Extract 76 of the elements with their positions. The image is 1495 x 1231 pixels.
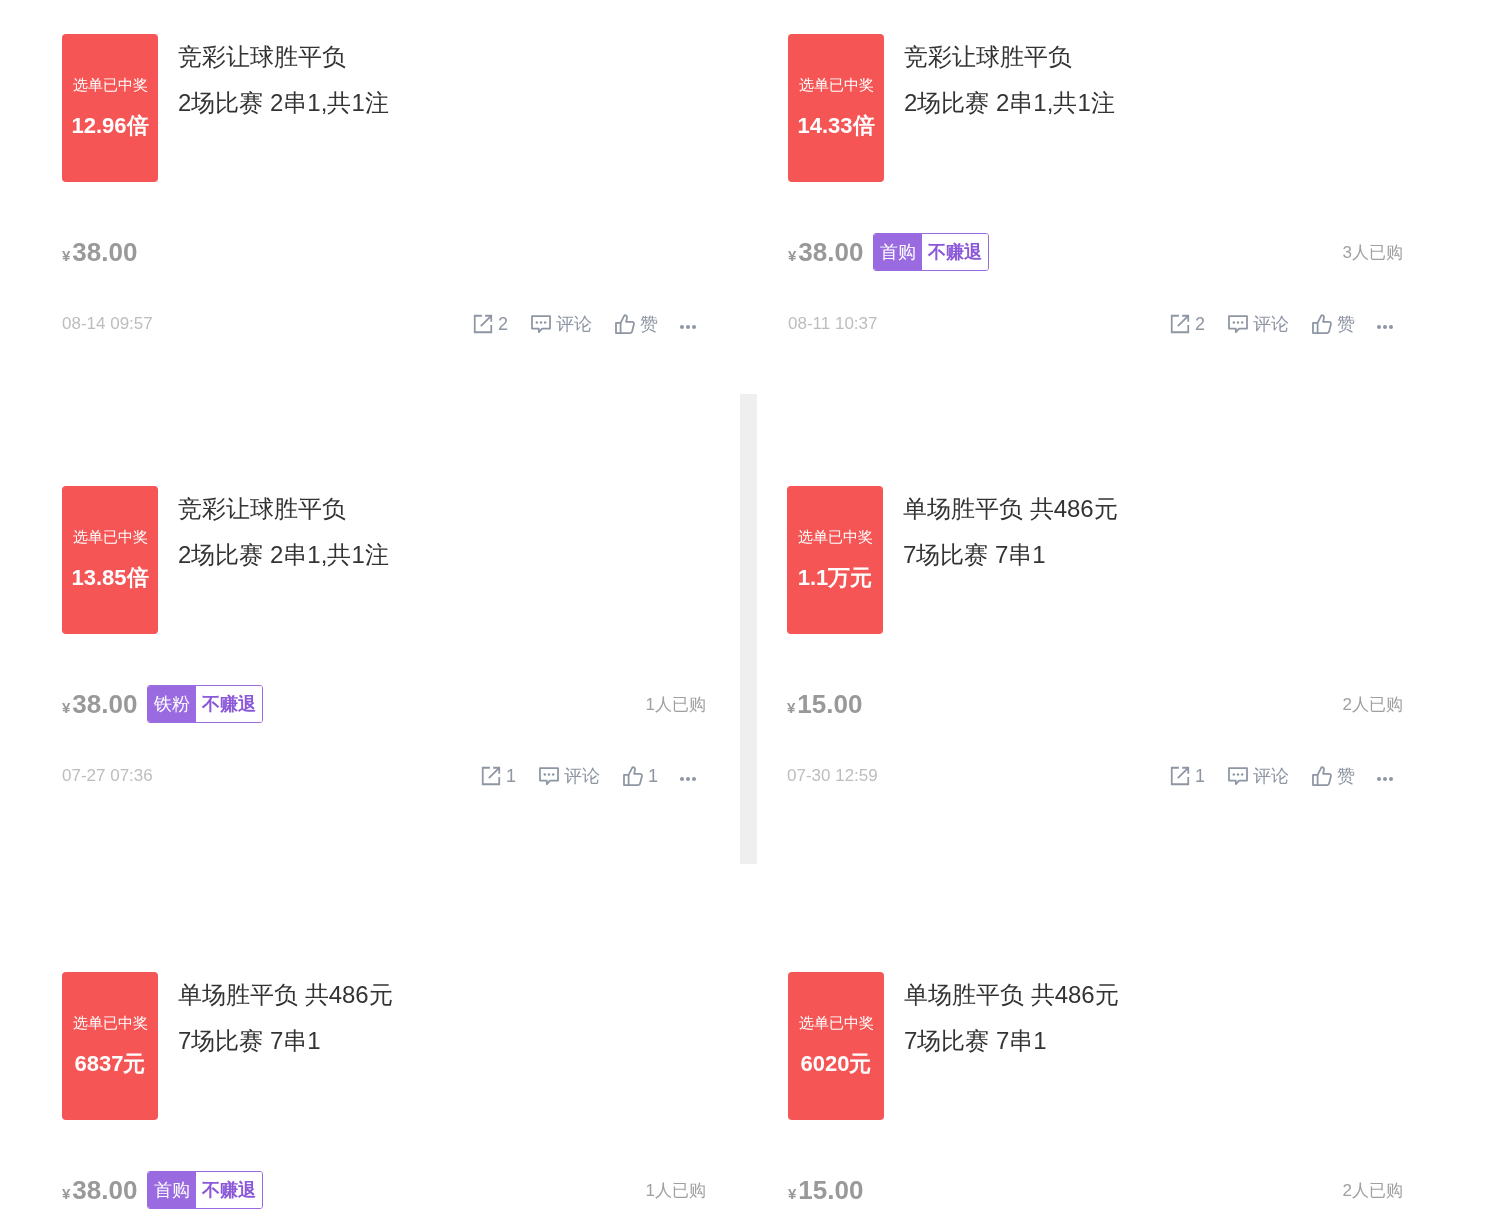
badge-caption: 选单已中奖 <box>798 1013 874 1033</box>
badge-value: 13.85倍 <box>71 563 149 592</box>
share-icon <box>472 313 494 335</box>
currency-symbol: ¥ <box>788 246 797 264</box>
badge-caption: 选单已中奖 <box>798 75 874 95</box>
badge-caption: 选单已中奖 <box>72 527 148 547</box>
share-button[interactable]: 1 <box>1167 761 1207 791</box>
more-icon <box>1377 325 1393 329</box>
promo-tag-type: 首购 <box>148 1172 197 1208</box>
post-time: 08-14 09:57 <box>62 314 153 334</box>
bet-title: 单场胜平负 共486元 <box>903 494 1118 524</box>
comment-button[interactable]: 评论 <box>528 309 594 339</box>
price-amount: 38.00 <box>72 1174 138 1206</box>
share-icon <box>1169 313 1191 335</box>
currency-symbol: ¥ <box>62 698 71 716</box>
share-icon <box>479 765 502 787</box>
comment-button[interactable]: 评论 <box>1225 309 1291 339</box>
currency-symbol: ¥ <box>788 1184 797 1202</box>
price-amount: 15.00 <box>798 1174 864 1206</box>
share-button[interactable]: 1 <box>477 761 518 791</box>
badge-value: 6020元 <box>800 1049 872 1078</box>
price-amount: 15.00 <box>797 688 863 720</box>
thumbs-up-icon <box>622 765 644 787</box>
bet-title: 单场胜平负 共486元 <box>178 980 393 1010</box>
bet-title: 竞彩让球胜平负 <box>178 494 347 524</box>
buyers-count: 3人已购 <box>1342 241 1403 264</box>
share-icon <box>1169 765 1191 787</box>
buyers-count: 2人已购 <box>1342 1179 1403 1202</box>
buyers-count: 1人已购 <box>645 1179 706 1202</box>
post-time: 07-27 07:36 <box>62 766 153 786</box>
price-amount: 38.00 <box>72 688 138 720</box>
speech-bubble-icon <box>538 765 560 787</box>
share-button[interactable]: 2 <box>1167 309 1207 339</box>
speech-bubble-icon <box>1227 765 1249 787</box>
more-icon <box>680 325 696 329</box>
promo-tag-type: 铁粉 <box>148 686 197 722</box>
badge-value: 6837元 <box>74 1049 146 1078</box>
comment-button[interactable]: 评论 <box>1225 761 1291 791</box>
buyers-count: 1人已购 <box>645 693 706 716</box>
speech-bubble-icon <box>530 313 552 335</box>
thumbs-up-icon <box>1311 765 1333 787</box>
like-button[interactable]: 1 <box>620 761 660 791</box>
badge-caption: 选单已中奖 <box>797 527 873 547</box>
share-button[interactable]: 2 <box>470 309 510 339</box>
badge-value: 14.33倍 <box>797 111 875 140</box>
bet-subtitle: 7场比赛 7串1 <box>904 1026 1048 1056</box>
comment-button[interactable]: 评论 <box>536 761 602 791</box>
currency-symbol: ¥ <box>62 1184 71 1202</box>
like-button[interactable]: 赞 <box>612 309 660 339</box>
badge-caption: 选单已中奖 <box>72 1013 148 1033</box>
more-icon <box>680 777 696 781</box>
bet-subtitle: 2场比赛 2串1,共1注 <box>178 88 389 118</box>
thumbs-up-icon <box>1311 313 1333 335</box>
bet-title: 单场胜平负 共486元 <box>904 980 1119 1010</box>
bet-title: 竞彩让球胜平负 <box>178 42 347 72</box>
speech-bubble-icon <box>1227 313 1249 335</box>
like-button[interactable]: 赞 <box>1309 309 1357 339</box>
badge-value: 1.1万元 <box>797 563 873 592</box>
bet-subtitle: 2场比赛 2串1,共1注 <box>904 88 1115 118</box>
bet-subtitle: 7场比赛 7串1 <box>178 1026 322 1056</box>
thumbs-up-icon <box>614 313 636 335</box>
bet-title: 竞彩让球胜平负 <box>904 42 1073 72</box>
more-icon <box>1377 777 1393 781</box>
post-time: 08-11 10:37 <box>788 314 878 334</box>
price-amount: 38.00 <box>72 236 138 268</box>
promo-tag-type: 首购 <box>874 234 923 270</box>
currency-symbol: ¥ <box>62 246 71 264</box>
price-amount: 38.00 <box>798 236 864 268</box>
bet-subtitle: 7场比赛 7串1 <box>903 540 1047 570</box>
buyers-count: 2人已购 <box>1342 693 1403 716</box>
like-button[interactable]: 赞 <box>1309 761 1357 791</box>
badge-caption: 选单已中奖 <box>72 75 148 95</box>
bet-subtitle: 2场比赛 2串1,共1注 <box>178 540 389 570</box>
currency-symbol: ¥ <box>787 698 796 716</box>
post-time: 07-30 12:59 <box>787 766 878 786</box>
badge-value: 12.96倍 <box>71 111 149 140</box>
